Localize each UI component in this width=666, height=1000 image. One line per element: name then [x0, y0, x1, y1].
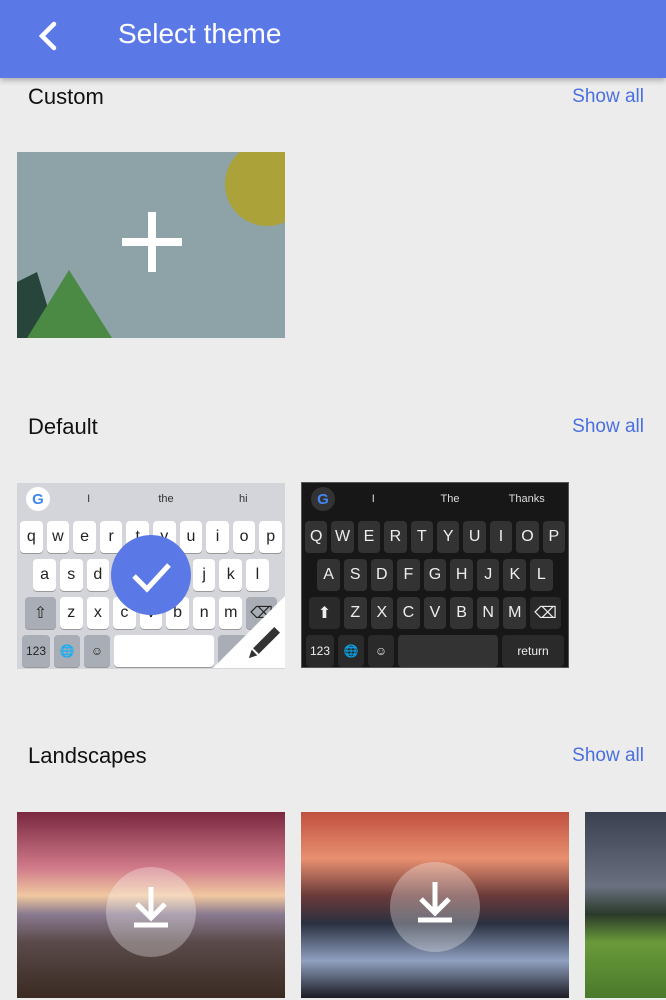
key[interactable]: C: [397, 597, 420, 629]
key[interactable]: w: [46, 521, 70, 553]
key[interactable]: P: [542, 521, 566, 553]
landscape-placeholder-image: [17, 152, 285, 338]
key[interactable]: E: [357, 521, 381, 553]
key[interactable]: U: [463, 521, 486, 553]
app-bar: Select theme: [0, 0, 666, 78]
key[interactable]: K: [503, 559, 527, 591]
key[interactable]: s: [59, 559, 83, 591]
key[interactable]: ⬆: [308, 597, 340, 629]
key[interactable]: 🌐: [54, 635, 80, 667]
suggestion-word: I: [371, 493, 375, 505]
key[interactable]: d: [86, 559, 110, 591]
key[interactable]: k: [219, 559, 243, 591]
theme-dark-keyboard[interactable]: G I The Thanks Q W E R T Y U I O P A S D F G H J K L ⬆ Z X C V B N M ⌫ 1…: [301, 482, 569, 668]
key[interactable]: N: [476, 597, 500, 629]
key[interactable]: Z: [343, 597, 367, 629]
key[interactable]: l: [246, 559, 269, 591]
section-title-landscapes: Landscapes: [28, 743, 147, 768]
plus-icon: [122, 212, 182, 272]
key[interactable]: V: [423, 597, 447, 629]
key[interactable]: e: [73, 521, 96, 553]
key[interactable]: M: [503, 597, 527, 629]
key[interactable]: o: [232, 521, 256, 553]
key[interactable]: 🌐: [338, 635, 364, 667]
key[interactable]: S: [343, 559, 367, 591]
key[interactable]: i: [206, 521, 229, 553]
suggestion-word: hi: [239, 493, 248, 505]
key[interactable]: Q: [304, 521, 328, 553]
suggestion-word: I: [87, 493, 91, 505]
landscape-waterfall-thumbnail[interactable]: [301, 812, 569, 998]
key[interactable]: O: [516, 521, 539, 553]
key[interactable]: 123: [22, 635, 50, 667]
key[interactable]: A: [317, 559, 340, 591]
key[interactable]: p: [259, 521, 282, 553]
download-icon: [390, 862, 480, 952]
key[interactable]: D: [370, 559, 394, 591]
key[interactable]: F: [397, 559, 420, 591]
show-all-default[interactable]: Show all: [572, 416, 644, 438]
custom-theme-add[interactable]: [17, 152, 285, 338]
key[interactable]: W: [331, 521, 354, 553]
key[interactable]: [398, 635, 498, 667]
chevron-left-icon[interactable]: [30, 16, 70, 56]
show-all-custom[interactable]: Show all: [572, 86, 644, 108]
key[interactable]: H: [450, 559, 473, 591]
selected-check-icon: [111, 535, 191, 615]
key-row: ⬆ Z X C V B N M ⌫: [305, 597, 565, 629]
key[interactable]: J: [476, 559, 500, 591]
key-row: 123🌐☺ return: [305, 635, 565, 667]
key[interactable]: ☺: [368, 635, 394, 667]
landscape-beach-thumbnail[interactable]: [17, 812, 285, 998]
key[interactable]: Y: [437, 521, 460, 553]
key[interactable]: q: [20, 521, 43, 553]
google-logo: G: [26, 487, 50, 511]
key[interactable]: ⌫: [530, 597, 562, 629]
key-row: ASDFGHJKL: [305, 559, 565, 591]
key[interactable]: L: [530, 559, 553, 591]
key[interactable]: I: [489, 521, 513, 553]
suggestion-word: Thanks: [508, 493, 545, 505]
download-icon: [106, 867, 196, 957]
key[interactable]: R: [384, 521, 407, 553]
key[interactable]: x: [86, 597, 110, 629]
suggestion-bar: G I The Thanks: [305, 483, 565, 515]
google-logo: G: [311, 487, 335, 511]
key[interactable]: return: [502, 635, 564, 667]
key[interactable]: ⇧: [24, 597, 56, 629]
key[interactable]: a: [33, 559, 56, 591]
suggestion-word: the: [158, 493, 174, 505]
landscape-hills-thumbnail[interactable]: [585, 812, 666, 998]
page-title: Select theme: [118, 18, 282, 49]
key[interactable]: G: [423, 559, 447, 591]
suggestion-bar: G Ithe hi: [20, 483, 282, 515]
key[interactable]: j: [192, 559, 216, 591]
key[interactable]: ☺: [84, 635, 110, 667]
show-all-landscapes[interactable]: Show all: [572, 745, 644, 767]
section-title-custom: Custom: [28, 84, 104, 109]
edit-pencil-icon[interactable]: [213, 596, 285, 668]
key[interactable]: z: [59, 597, 83, 629]
key[interactable]: B: [450, 597, 473, 629]
key[interactable]: T: [410, 521, 433, 553]
suggestion-word: The: [440, 493, 460, 505]
key[interactable]: [114, 635, 214, 667]
section-title-default: Default: [28, 414, 98, 439]
key-row: QWERTYUIOP: [304, 521, 566, 553]
key[interactable]: 123: [306, 635, 334, 667]
key[interactable]: X: [370, 597, 394, 629]
